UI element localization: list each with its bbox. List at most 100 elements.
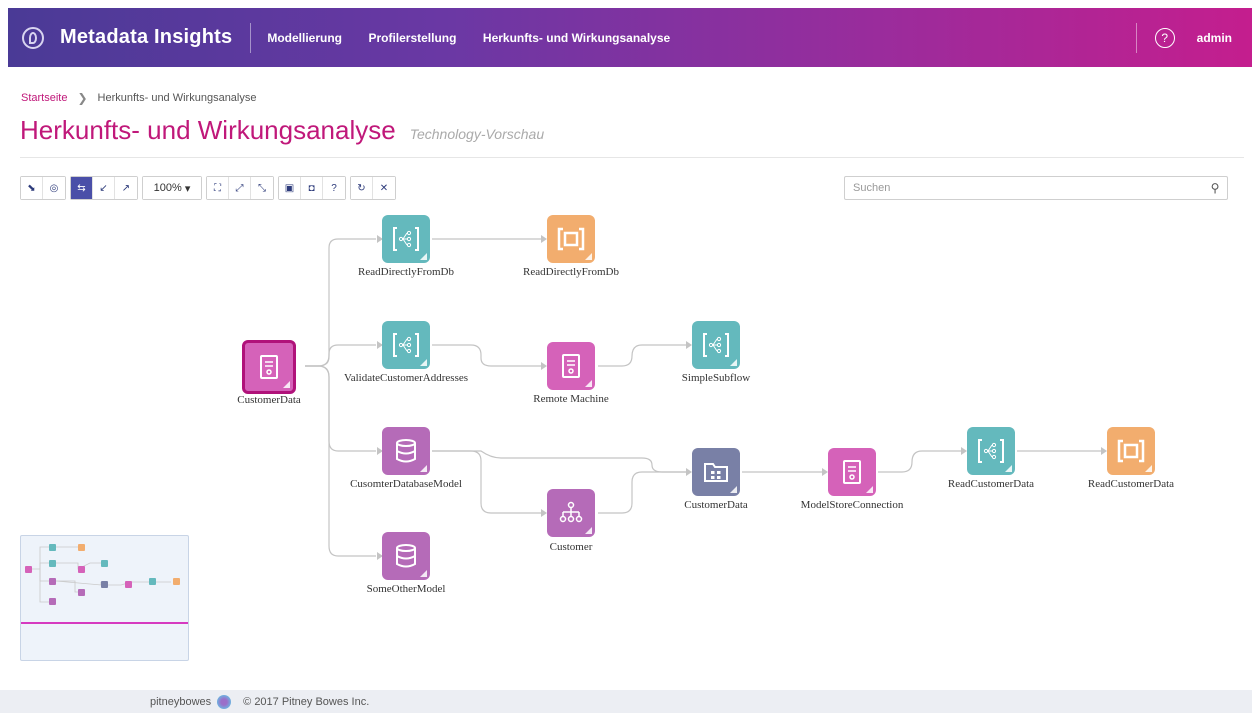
node-modelstoreconnection[interactable] xyxy=(828,448,876,496)
app-title[interactable]: Metadata Insights xyxy=(60,26,232,49)
minimap-node xyxy=(78,544,85,551)
edge xyxy=(305,238,376,367)
search-input[interactable] xyxy=(845,182,1203,194)
minimap-node xyxy=(125,581,132,588)
minimap-node xyxy=(101,560,108,567)
page-title-block: Herkunfts- und Wirkungsanalyse Technolog… xyxy=(20,115,544,146)
minimap-node xyxy=(49,598,56,605)
file-icon xyxy=(843,460,861,484)
expand-icon[interactable]: ⤢ xyxy=(229,177,251,199)
search-box: ⚲ xyxy=(844,176,1228,200)
minimap-node xyxy=(49,544,56,551)
edge xyxy=(432,450,686,473)
target-icon[interactable]: ◎ xyxy=(43,177,65,199)
footer: pitneybowes © 2017 Pitney Bowes Inc. xyxy=(0,690,1252,713)
fit-screen-icon[interactable]: ⛶ xyxy=(207,177,229,199)
database-icon xyxy=(396,544,416,568)
help-circle-icon[interactable]: ? xyxy=(1154,27,1175,48)
subflow-icon xyxy=(393,333,419,357)
close-icon[interactable]: ✕ xyxy=(373,177,395,199)
help-button[interactable]: ? xyxy=(323,177,345,199)
minimap-node xyxy=(49,560,56,567)
search-icon[interactable]: ⚲ xyxy=(1203,181,1227,195)
node-customerdata-folder[interactable] xyxy=(692,448,740,496)
node-readcustomerdata-stage[interactable] xyxy=(1107,427,1155,475)
node-simplesubflow[interactable] xyxy=(692,321,740,369)
minimap-node xyxy=(101,581,108,588)
subflow-icon xyxy=(393,227,419,251)
expand-downstream-icon[interactable]: ↗ xyxy=(115,177,137,199)
footer-brand: pitneybowes xyxy=(150,695,212,708)
pitney-bowes-logo-icon xyxy=(22,26,44,49)
database-icon xyxy=(396,439,416,463)
minimap-edges xyxy=(32,546,171,603)
camera-icon[interactable]: ◘ xyxy=(301,177,323,199)
header-divider xyxy=(250,22,252,53)
minimap-viewport-indicator[interactable] xyxy=(21,622,188,624)
zoom-select[interactable]: 100% ▾ xyxy=(143,177,201,199)
node-label: ReadDirectlyFromDb xyxy=(523,266,619,278)
node-customer[interactable] xyxy=(547,489,595,537)
edge xyxy=(598,471,686,514)
node-label: ModelStoreConnection xyxy=(800,499,904,511)
hierarchy-icon xyxy=(559,501,583,523)
node-remote-machine[interactable] xyxy=(547,342,595,390)
main-nav: Modellierung Profilerstellung Herkunfts-… xyxy=(267,29,692,47)
expand-upstream-icon[interactable]: ↙ xyxy=(93,177,115,199)
node-validatecustomeraddresses[interactable] xyxy=(382,321,430,369)
edge xyxy=(305,344,376,367)
refresh-icon[interactable]: ↻ xyxy=(351,177,373,199)
node-readcustomerdata-subflow[interactable] xyxy=(967,427,1015,475)
chevron-right-icon: ❯ xyxy=(77,91,88,105)
minimap-node xyxy=(78,566,85,573)
subflow-icon xyxy=(978,439,1004,463)
file-icon xyxy=(260,355,278,379)
minimap-node xyxy=(149,578,156,585)
node-customerdata-source[interactable] xyxy=(242,340,296,394)
header-divider-right xyxy=(1135,22,1137,53)
node-label: CusomterDatabaseModel xyxy=(350,478,462,490)
node-label: ReadCustomerData xyxy=(1087,478,1175,490)
nav-herkunfts-analyse[interactable]: Herkunfts- und Wirkungsanalyse xyxy=(483,31,670,45)
pitney-bowes-logo-icon xyxy=(217,694,232,709)
select-icon[interactable]: ⬊ xyxy=(21,177,43,199)
user-menu[interactable]: admin xyxy=(1197,31,1232,45)
edge xyxy=(305,365,376,557)
node-someothermodel[interactable] xyxy=(382,532,430,580)
minimap-node xyxy=(78,589,85,596)
node-label: ValidateCustomerAddresses xyxy=(343,372,469,384)
folder-icon xyxy=(704,463,728,482)
copyright-text: © 2017 Pitney Bowes Inc. xyxy=(243,695,370,708)
node-label: CustomerData xyxy=(237,394,301,406)
edge xyxy=(878,450,961,473)
node-readdirectlyfromdb-stage[interactable] xyxy=(547,215,595,263)
lineage-mode-icon[interactable]: ⇆ xyxy=(71,177,93,199)
node-label: SomeOtherModel xyxy=(366,583,446,595)
node-label: SimpleSubflow xyxy=(681,372,751,384)
edge xyxy=(432,344,542,367)
save-icon[interactable]: ▣ xyxy=(279,177,301,199)
divider xyxy=(20,157,1244,158)
stage-icon xyxy=(1117,439,1145,463)
minimap-node xyxy=(49,578,56,585)
node-readdirectlyfromdb-subflow[interactable] xyxy=(382,215,430,263)
node-label: CustomerData xyxy=(684,499,748,511)
node-cusomterdatabasemodel[interactable] xyxy=(382,427,430,475)
nav-modellierung[interactable]: Modellierung xyxy=(267,31,342,45)
top-bar: Metadata Insights Modellierung Profilers… xyxy=(8,8,1252,67)
file-icon xyxy=(562,354,580,378)
nav-profilerstellung[interactable]: Profilerstellung xyxy=(368,31,456,45)
minimap-node xyxy=(25,566,32,573)
breadcrumb: Startseite ❯ Herkunfts- und Wirkungsanal… xyxy=(21,91,257,105)
breadcrumb-current: Herkunfts- und Wirkungsanalyse xyxy=(97,92,257,104)
collapse-icon[interactable]: ⤡ xyxy=(251,177,273,199)
graph-minimap[interactable] xyxy=(20,535,189,661)
node-label: Remote Machine xyxy=(533,393,609,405)
node-label: ReadDirectlyFromDb xyxy=(358,266,454,278)
breadcrumb-home[interactable]: Startseite xyxy=(21,92,67,104)
stage-icon xyxy=(557,227,585,251)
node-label: Customer xyxy=(549,541,593,553)
page-title: Herkunfts- und Wirkungsanalyse xyxy=(20,115,396,145)
edge xyxy=(598,344,686,367)
graph-toolbar: ⬊ ◎ ⇆ ↙ ↗ 100% ▾ ⛶ ⤢ ⤡ ▣ ◘ ? ↻ ✕ xyxy=(20,176,400,200)
